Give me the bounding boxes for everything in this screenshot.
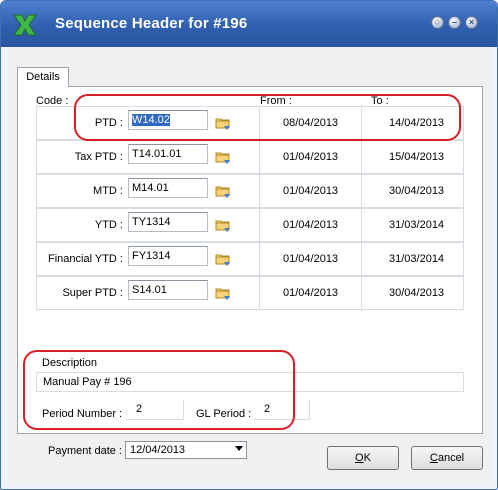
chevron-down-icon[interactable]: [235, 446, 243, 451]
divider: [259, 141, 260, 173]
period-row-ytd: YTD : TY1314 01/04/2013 31/03/2014: [36, 208, 464, 242]
super-ptd-to-value: 30/04/2013: [389, 287, 445, 299]
period-row-super-ptd: Super PTD : S14.01 01/04/2013 30/04/2013: [36, 276, 464, 310]
divider: [259, 209, 260, 241]
divider: [361, 209, 362, 241]
minimize-icon[interactable]: –: [448, 16, 461, 29]
ok-button[interactable]: OK: [327, 446, 399, 470]
ptd-from-value: 08/04/2013: [283, 117, 339, 129]
ytd-from-value: 01/04/2013: [283, 219, 339, 231]
row-label: Financial YTD :: [48, 253, 123, 265]
details-panel: Code : From : To : PTD : W14.02 08/04/20…: [17, 86, 483, 459]
divider: [361, 107, 362, 139]
divider: [259, 243, 260, 275]
title-bar[interactable]: Sequence Header for #196 ○ – ×: [1, 1, 497, 47]
mtd-to-value: 30/04/2013: [389, 185, 445, 197]
gl-period-field[interactable]: 2: [254, 400, 310, 420]
financial-ytd-from-value: 01/04/2013: [283, 253, 339, 265]
folder-lookup-icon[interactable]: [215, 183, 231, 199]
cancel-button[interactable]: Cancel: [411, 446, 483, 470]
tax-ptd-to-value: 15/04/2013: [389, 151, 445, 163]
row-label: YTD :: [94, 219, 123, 231]
divider: [259, 175, 260, 207]
description-field[interactable]: Manual Pay # 196: [36, 372, 464, 392]
payment-date-value: 12/04/2013: [130, 444, 186, 456]
tax-ptd-code-input[interactable]: T14.01.01: [128, 144, 208, 164]
row-label: PTD :: [94, 117, 123, 129]
ptd-code-input[interactable]: W14.02: [128, 110, 208, 130]
dialog-content: Details Code : From : To : PTD : W14.02 …: [7, 47, 491, 483]
window-title: Sequence Header for #196: [55, 15, 248, 32]
period-row-mtd: MTD : M14.01 01/04/2013 30/04/2013: [36, 174, 464, 208]
divider: [361, 175, 362, 207]
folder-lookup-icon[interactable]: [215, 285, 231, 301]
payment-date-dropdown[interactable]: 12/04/2013: [125, 441, 247, 459]
divider: [259, 277, 260, 309]
period-number-field[interactable]: 2: [126, 400, 184, 420]
tab-details[interactable]: Details: [17, 67, 69, 87]
ytd-to-value: 31/03/2014: [389, 219, 445, 231]
super-ptd-from-value: 01/04/2013: [283, 287, 339, 299]
folder-lookup-icon[interactable]: [215, 251, 231, 267]
dialog-window: Sequence Header for #196 ○ – × Details C…: [0, 0, 498, 490]
folder-lookup-icon[interactable]: [215, 217, 231, 233]
row-label: MTD :: [93, 185, 123, 197]
divider: [361, 277, 362, 309]
tax-ptd-from-value: 01/04/2013: [283, 151, 339, 163]
financial-ytd-code-input[interactable]: FY1314: [128, 246, 208, 266]
description-label: Description: [42, 357, 98, 369]
folder-lookup-icon[interactable]: [215, 115, 231, 131]
ptd-to-value: 14/04/2013: [389, 117, 445, 129]
payment-date-label: Payment date :: [48, 445, 122, 457]
folder-lookup-icon[interactable]: [215, 149, 231, 165]
divider: [361, 141, 362, 173]
row-label: Tax PTD :: [74, 151, 123, 163]
ytd-code-input[interactable]: TY1314: [128, 212, 208, 232]
super-ptd-code-input[interactable]: S14.01: [128, 280, 208, 300]
row-label: Super PTD :: [62, 287, 123, 299]
restore-icon[interactable]: ○: [431, 16, 444, 29]
close-icon[interactable]: ×: [465, 16, 478, 29]
mtd-from-value: 01/04/2013: [283, 185, 339, 197]
period-row-tax-ptd: Tax PTD : T14.01.01 01/04/2013 15/04/201…: [36, 140, 464, 174]
divider: [259, 107, 260, 139]
gl-period-label: GL Period :: [196, 408, 252, 420]
period-number-label: Period Number :: [42, 408, 123, 420]
mtd-code-input[interactable]: M14.01: [128, 178, 208, 198]
app-logo-icon: [13, 14, 37, 36]
divider: [361, 243, 362, 275]
period-row-ptd: PTD : W14.02 08/04/2013 14/04/2013: [36, 106, 464, 140]
period-row-financial-ytd: Financial YTD : FY1314 01/04/2013 31/03/…: [36, 242, 464, 276]
financial-ytd-to-value: 31/03/2014: [389, 253, 445, 265]
